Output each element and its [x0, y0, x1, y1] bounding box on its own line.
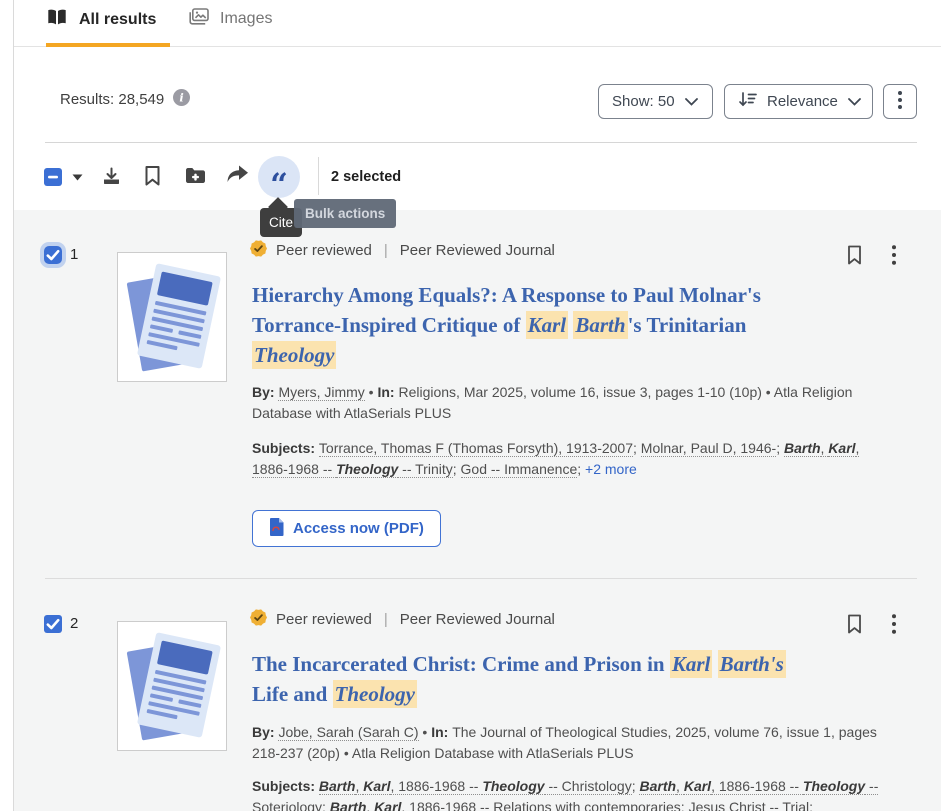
left-gutter	[0, 0, 13, 811]
result-number: 1	[70, 246, 78, 263]
chevron-down-icon	[685, 93, 698, 110]
select-all-checkbox[interactable]	[44, 168, 62, 186]
bookmark-icon[interactable]	[847, 245, 862, 270]
peer-reviewed-badge-icon	[250, 609, 267, 630]
pipe-separator: |	[381, 611, 391, 628]
panel-border	[13, 0, 14, 811]
result-byline[interactable]: By: Myers, Jimmy • In: Religions, Mar 20…	[252, 382, 886, 424]
peer-reviewed-label: Peer reviewed	[276, 611, 372, 628]
tab-all-results-label: All results	[79, 11, 156, 29]
peer-reviewed-badge-icon	[250, 240, 267, 261]
more-options-button[interactable]	[883, 84, 917, 119]
result-subjects[interactable]: Subjects: Torrance, Thomas F (Thomas For…	[252, 438, 886, 480]
source-type-label: Peer Reviewed Journal	[400, 242, 555, 259]
svg-text:i: i	[180, 91, 184, 105]
results-list: 1 Peer reviewed | Peer	[14, 210, 941, 811]
toolbar-divider	[318, 157, 319, 195]
book-icon	[46, 8, 68, 31]
search-results-page: All results Images Results: 28,549 i Sho…	[0, 0, 941, 811]
selected-count-label: 2 selected	[331, 169, 401, 185]
result-row-1: 1 Peer reviewed | Peer	[14, 210, 941, 578]
cite-button[interactable]: “	[258, 156, 300, 198]
share-icon[interactable]	[226, 165, 249, 184]
select-menu-caret[interactable]	[72, 174, 83, 181]
images-icon	[188, 8, 209, 30]
cite-quote-icon: “	[270, 170, 288, 201]
sort-dropdown[interactable]: Relevance	[724, 84, 873, 119]
result-thumbnail[interactable]	[117, 621, 227, 751]
tab-all-results[interactable]: All results	[46, 8, 156, 31]
add-to-folder-icon[interactable]	[185, 167, 206, 184]
result-thumbnail[interactable]	[117, 252, 227, 382]
kebab-icon[interactable]	[892, 245, 896, 270]
result-byline[interactable]: By: Jobe, Sarah (Sarah C) • In: The Jour…	[252, 722, 886, 764]
active-tab-indicator	[46, 43, 170, 47]
bookmark-icon[interactable]	[847, 614, 862, 639]
result-title-link[interactable]: The Incarcerated Christ: Crime and Priso…	[252, 649, 884, 709]
result-1-checkbox[interactable]	[44, 246, 62, 264]
results-tabbar: All results Images	[14, 0, 941, 47]
bulk-actions-tooltip: Bulk actions	[294, 199, 396, 228]
access-pdf-button[interactable]: Access now (PDF)	[252, 510, 441, 547]
result-title-link[interactable]: Hierarchy Among Equals?: A Response to P…	[252, 280, 884, 370]
header-divider	[45, 142, 917, 143]
result-row-2: 2 Peer reviewed | Peer	[14, 579, 941, 811]
show-per-page-label: Show: 50	[612, 93, 675, 110]
result-subjects[interactable]: Subjects: Barth, Karl, 1886-1968 -- Theo…	[252, 776, 886, 811]
source-type-label: Peer Reviewed Journal	[400, 611, 555, 628]
peer-review-line: Peer reviewed | Peer Reviewed Journal	[250, 609, 555, 630]
results-count-label: Results: 28,549	[60, 91, 164, 108]
tab-images[interactable]: Images	[188, 8, 272, 30]
peer-review-line: Peer reviewed | Peer Reviewed Journal	[250, 240, 555, 261]
chevron-down-icon	[848, 93, 861, 110]
info-icon[interactable]: i	[173, 89, 190, 110]
pipe-separator: |	[381, 242, 391, 259]
tab-images-label: Images	[220, 10, 272, 28]
download-icon[interactable]	[101, 166, 122, 187]
results-count: Results: 28,549 i	[60, 89, 190, 110]
sort-label: Relevance	[767, 93, 838, 110]
peer-reviewed-label: Peer reviewed	[276, 242, 372, 259]
sort-descending-icon	[738, 91, 757, 112]
kebab-icon	[898, 91, 902, 113]
kebab-icon[interactable]	[892, 614, 896, 639]
pdf-file-icon	[269, 518, 284, 540]
result-2-checkbox[interactable]	[44, 615, 62, 633]
access-pdf-label: Access now (PDF)	[293, 520, 424, 537]
bookmark-icon[interactable]	[144, 165, 161, 187]
show-per-page-dropdown[interactable]: Show: 50	[598, 84, 713, 119]
result-number: 2	[70, 615, 78, 632]
